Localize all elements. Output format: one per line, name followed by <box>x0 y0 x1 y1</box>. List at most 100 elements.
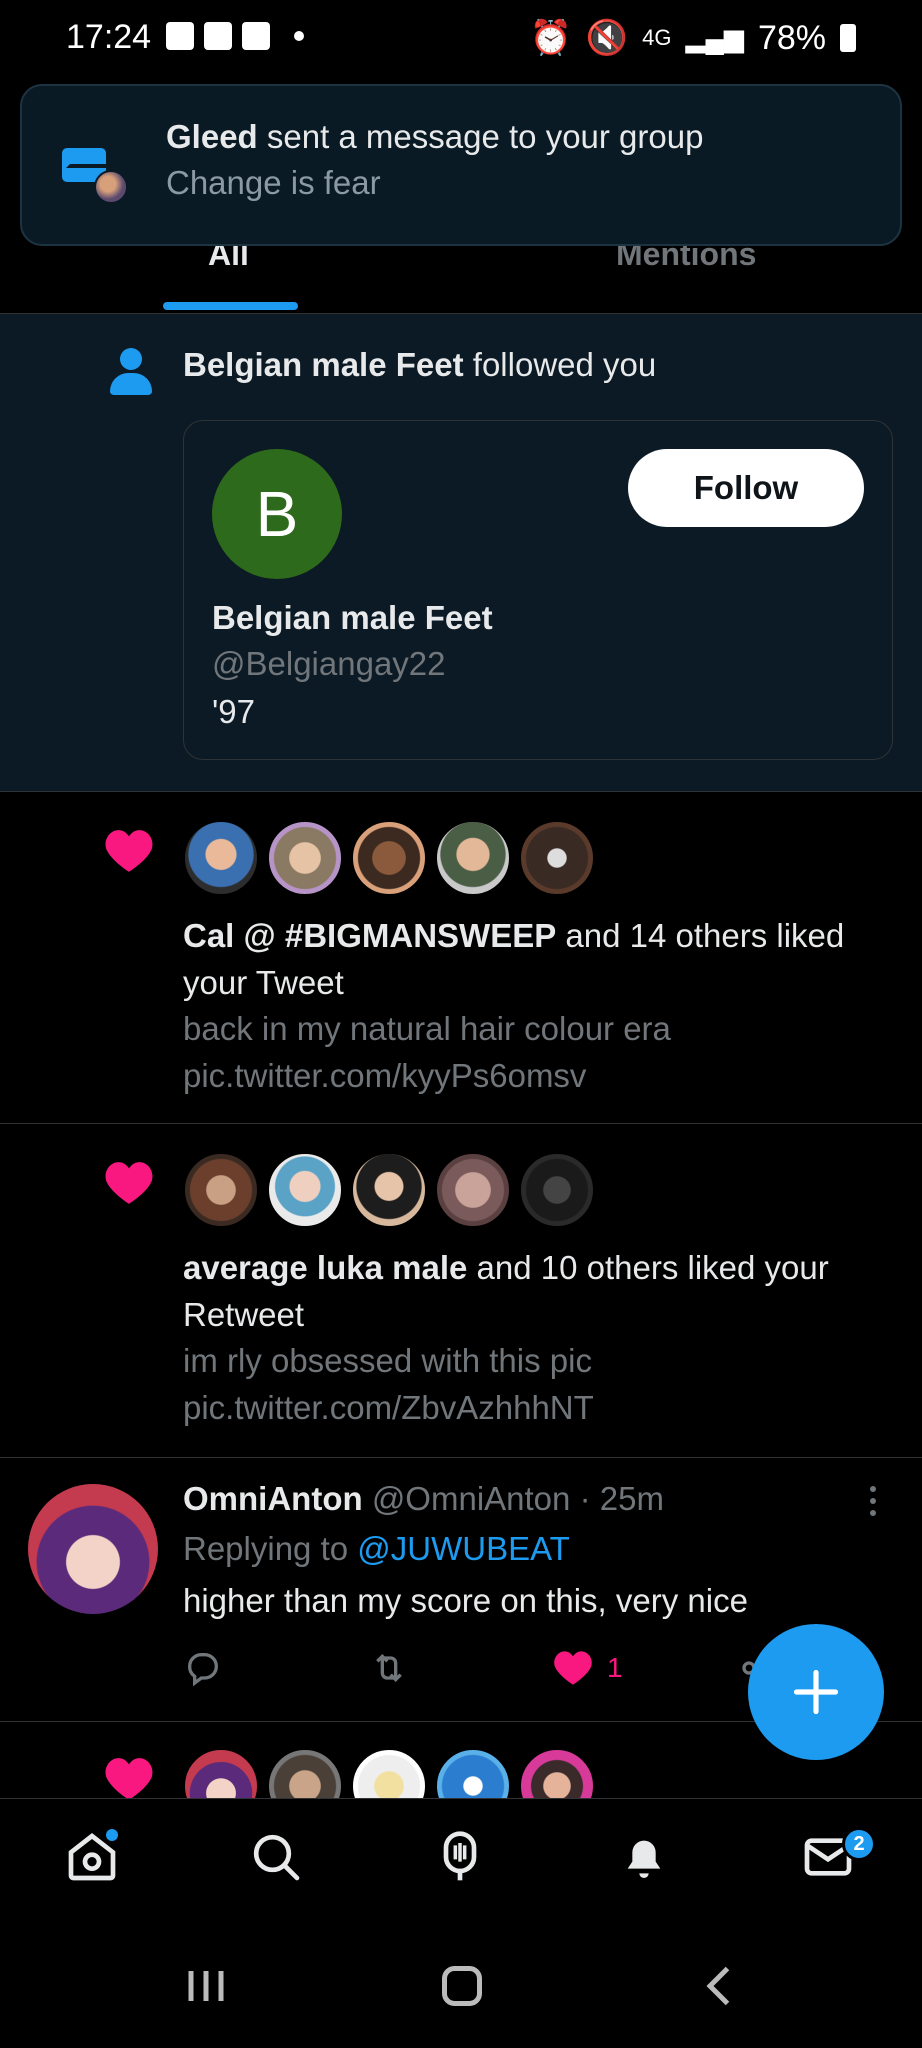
avatar[interactable] <box>435 1152 511 1228</box>
retweet-button[interactable] <box>369 1648 409 1688</box>
follower-name[interactable]: Belgian male Feet <box>183 346 464 383</box>
avatar[interactable] <box>435 820 511 896</box>
mute-icon: 🔇 <box>585 19 629 57</box>
liker-name[interactable]: Cal @ #BIGMANSWEEP <box>183 917 556 954</box>
follow-action: followed you <box>463 346 657 383</box>
like-count: 1 <box>607 1652 623 1683</box>
reply-button[interactable] <box>183 1648 223 1688</box>
author-avatar[interactable] <box>28 1484 158 1614</box>
back-chevron-icon <box>706 1966 730 2006</box>
heart-filled-icon <box>554 1651 592 1685</box>
liker-avatars <box>183 1748 595 1798</box>
like-summary: Cal @ #BIGMANSWEEP and 14 others liked y… <box>183 912 893 1006</box>
status-bar: 17:24 ⏰ 🔇 4G ▂▄▆ 78% <box>0 0 922 80</box>
status-right: ⏰ 🔇 4G ▂▄▆ 78% <box>529 18 856 58</box>
active-tab-indicator <box>163 302 298 310</box>
person-icon <box>110 348 152 398</box>
mail-icon <box>204 22 232 50</box>
avatar[interactable] <box>351 820 427 896</box>
alarm-icon: ⏰ <box>529 19 572 57</box>
home-square-icon <box>442 1966 482 2006</box>
avatar[interactable] <box>351 1152 427 1228</box>
separator: · <box>570 1480 600 1517</box>
liked-tweet-text: back in my natural hair colour era <box>183 1010 671 1047</box>
tweet-time: 25m <box>599 1480 664 1517</box>
game-controller-icon <box>166 22 194 50</box>
avatar[interactable] <box>519 1748 595 1798</box>
home-badge-dot <box>106 1829 118 1841</box>
status-time: 17:24 <box>66 18 152 56</box>
liker-avatars <box>183 820 595 896</box>
avatar[interactable] <box>351 1748 427 1798</box>
follow-text: Belgian male Feet followed you <box>183 346 656 384</box>
banner-preview: Change is fear <box>166 164 381 201</box>
author-handle: @OmniAnton <box>371 1480 571 1517</box>
nav-spaces[interactable] <box>432 1829 492 1889</box>
user-card[interactable]: B Follow Belgian male Feet @Belgiangay22… <box>183 420 893 760</box>
like-notification[interactable]: average luka male and 10 others liked yo… <box>0 1124 922 1458</box>
battery-icon <box>840 24 856 52</box>
recent-apps-button[interactable] <box>176 1956 236 2016</box>
banner-icon <box>62 140 146 224</box>
bottom-navigation: 2 <box>0 1798 922 1928</box>
replying-to: Replying to @JUWUBEAT <box>183 1530 570 1568</box>
retweet-icon <box>376 1653 402 1683</box>
user-bio: '97 <box>212 693 256 730</box>
replying-to-link[interactable]: @JUWUBEAT <box>357 1530 570 1567</box>
heart-icon <box>104 828 154 874</box>
liker-avatars <box>183 1152 595 1228</box>
back-button[interactable] <box>690 1956 750 2016</box>
heart-icon <box>104 1756 154 1798</box>
search-icon <box>253 1834 300 1881</box>
author-name[interactable]: OmniAnton <box>183 1480 363 1517</box>
avatar[interactable] <box>519 820 595 896</box>
banner-title: Gleed sent a message to your group <box>166 118 703 156</box>
liked-tweet-link[interactable]: pic.twitter.com/kyyPs6omsv <box>183 1052 893 1099</box>
user-name: Belgian male Feet <box>212 599 493 636</box>
heart-icon <box>104 1160 154 1206</box>
liked-tweet-text: im rly obsessed with this pic <box>183 1342 592 1379</box>
reply-icon <box>188 1653 218 1687</box>
avatar[interactable] <box>267 1748 343 1798</box>
recents-icon <box>188 1971 224 2001</box>
nav-search[interactable] <box>248 1829 308 1889</box>
tweet-actions: 1 <box>183 1648 783 1708</box>
message-notification-banner[interactable]: Gleed sent a message to your group Chang… <box>20 84 902 246</box>
liked-tweet-link[interactable]: pic.twitter.com/ZbvAzhhhNT <box>183 1384 893 1431</box>
banner-sender: Gleed <box>166 118 258 155</box>
avatar[interactable] <box>183 1152 259 1228</box>
more-notifications-dot-icon <box>294 31 304 41</box>
user-avatar[interactable]: B <box>212 449 342 579</box>
avatar[interactable] <box>267 1152 343 1228</box>
avatar[interactable] <box>267 820 343 896</box>
spaces-microphone-icon <box>443 1831 477 1881</box>
notification-tabs: All Mentions <box>0 236 922 314</box>
network-type: 4G <box>642 25 672 50</box>
banner-message: sent a message to your group <box>257 118 704 155</box>
nav-notifications[interactable] <box>616 1829 676 1889</box>
gallery-icon <box>242 22 270 50</box>
status-notification-icons <box>166 22 304 50</box>
sender-avatar <box>94 170 128 204</box>
follow-notification[interactable]: Belgian male Feet followed you B Follow … <box>0 314 922 792</box>
tweet-text: higher than my score on this, very nice <box>183 1582 748 1619</box>
like-notification[interactable]: Cal @ #BIGMANSWEEP and 14 others liked y… <box>0 792 922 1124</box>
system-navigation <box>0 1928 922 2048</box>
more-options-icon[interactable] <box>870 1486 878 1516</box>
avatar[interactable] <box>519 1152 595 1228</box>
tweet-header: OmniAnton @OmniAnton · 25m <box>183 1480 664 1518</box>
avatar[interactable] <box>183 1748 259 1798</box>
home-system-button[interactable] <box>432 1956 492 2016</box>
battery-level: 78% <box>757 18 826 57</box>
follow-button[interactable]: Follow <box>628 449 864 527</box>
messages-badge: 2 <box>842 1827 876 1861</box>
avatar[interactable] <box>183 820 259 896</box>
user-handle: @Belgiangay22 <box>212 645 446 682</box>
plus-icon <box>793 1669 839 1715</box>
like-button[interactable]: 1 <box>553 1648 623 1688</box>
bell-icon <box>627 1840 661 1878</box>
avatar[interactable] <box>435 1748 511 1798</box>
liker-name[interactable]: average luka male <box>183 1249 467 1286</box>
compose-button[interactable] <box>748 1624 884 1760</box>
signal-icon: ▂▄▆ <box>685 22 744 53</box>
